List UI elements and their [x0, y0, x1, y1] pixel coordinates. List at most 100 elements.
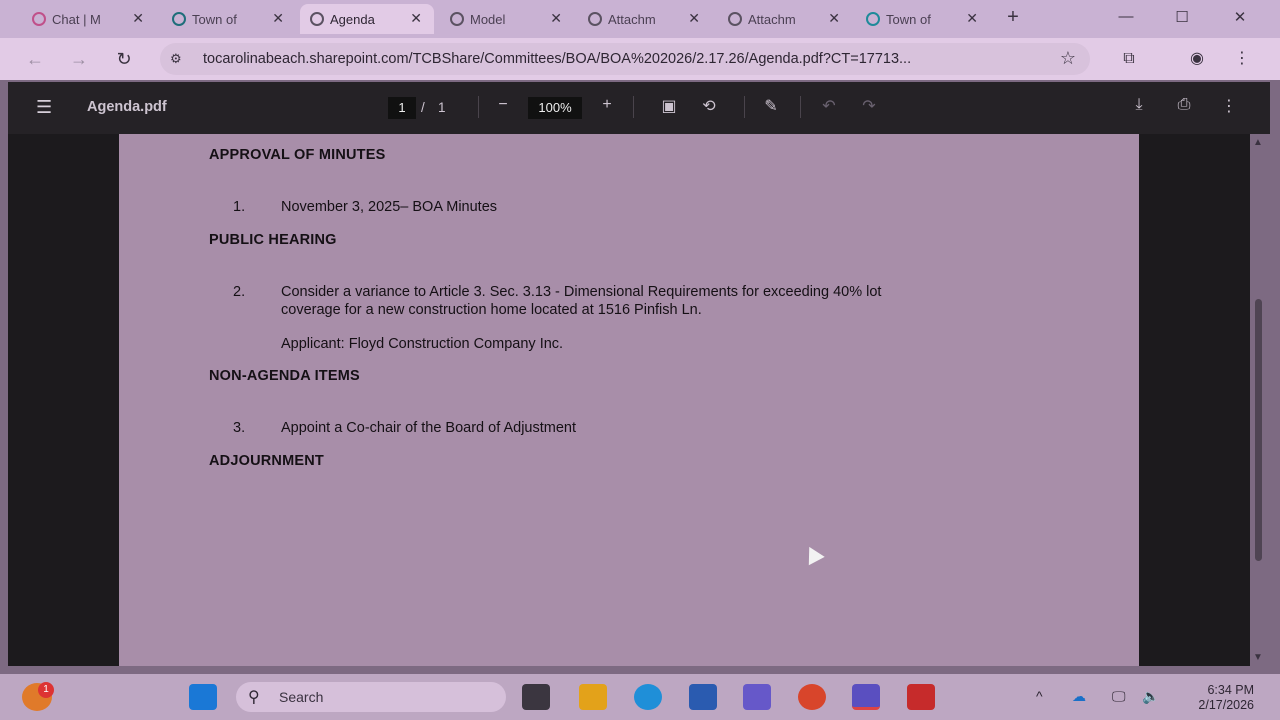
close-icon[interactable]: ✕: [272, 10, 284, 27]
scroll-up-icon[interactable]: ▲: [1253, 137, 1263, 148]
sharepoint-icon: [866, 12, 880, 26]
close-icon[interactable]: ✕: [550, 10, 562, 27]
page-separator: /: [421, 100, 425, 115]
tab-town-of-2[interactable]: Town of ✕: [856, 4, 990, 34]
tab-model[interactable]: Model ✕: [440, 4, 574, 34]
volume-icon[interactable]: 🔈: [1142, 688, 1159, 705]
total-pages: 1: [438, 100, 446, 115]
task-view-icon[interactable]: [522, 684, 550, 710]
onedrive-icon[interactable]: ☁: [1072, 688, 1086, 705]
item-number: 3.: [233, 420, 246, 436]
teams-icon[interactable]: [852, 684, 880, 710]
url-text[interactable]: tocarolinabeach.sharepoint.com/TCBShare/…: [203, 51, 1043, 67]
agenda-item-continued: coverage for a new construction home loc…: [281, 302, 702, 318]
globe-icon: [728, 12, 742, 26]
clock-date: 2/17/2026: [1198, 698, 1254, 712]
site-info-icon[interactable]: ⚙: [170, 51, 186, 67]
close-icon[interactable]: ✕: [828, 10, 840, 27]
tab-title: Agenda: [330, 11, 375, 27]
search-icon: ⚲: [248, 689, 260, 706]
close-window-icon[interactable]: ✕: [1230, 8, 1250, 26]
globe-icon: [450, 12, 464, 26]
print-icon[interactable]: ⎙: [1173, 96, 1195, 114]
browser-tab-strip: Chat | M ✕ Town of ✕ Agenda ✕ Model ✕ At…: [0, 0, 1280, 38]
applicant-line: Applicant: Floyd Construction Company In…: [281, 336, 564, 352]
hamburger-menu-icon[interactable]: ☰: [36, 97, 52, 118]
forward-icon[interactable]: →: [68, 48, 90, 70]
bookmark-star-icon[interactable]: ☆: [1060, 48, 1076, 69]
edge-icon[interactable]: [634, 684, 662, 710]
notification-badge: 1: [38, 682, 54, 698]
tab-title: Town of: [886, 11, 931, 27]
show-hidden-icons[interactable]: ^: [1036, 688, 1043, 704]
tab-attachment-1[interactable]: Attachm ✕: [578, 4, 712, 34]
section-heading: APPROVAL OF MINUTES: [209, 147, 386, 163]
tab-chat[interactable]: Chat | M ✕: [22, 4, 156, 34]
copilot-icon: [32, 12, 46, 26]
agenda-item: Appoint a Co-chair of the Board of Adjus…: [281, 420, 577, 436]
system-clock[interactable]: 6:34 PM 2/17/2026: [1178, 683, 1254, 713]
fit-page-icon[interactable]: ▣: [658, 96, 680, 116]
search-placeholder: Search: [279, 689, 324, 705]
maximize-icon[interactable]: ☐: [1172, 8, 1192, 26]
windows-taskbar: 1 ⚲ Search ^ ☁ 🖵 🔈 6:34 PM 2/17/2026: [0, 674, 1280, 720]
annotate-pen-icon[interactable]: ✎: [760, 96, 782, 116]
network-icon[interactable]: 🖵: [1112, 688, 1126, 705]
close-icon[interactable]: ✕: [966, 10, 978, 27]
scrollbar-thumb[interactable]: [1255, 299, 1262, 561]
back-icon[interactable]: ←: [24, 48, 46, 70]
divider: [478, 96, 479, 118]
more-options-icon[interactable]: ⋮: [1218, 96, 1240, 116]
close-icon[interactable]: ✕: [132, 10, 144, 27]
zoom-input[interactable]: 100%: [528, 97, 582, 119]
zoom-in-icon[interactable]: +: [596, 96, 618, 114]
globe-icon: [588, 12, 602, 26]
read-mode-icon[interactable]: ⧉: [1118, 48, 1140, 70]
item-number: 2.: [233, 284, 246, 300]
store-icon[interactable]: [689, 684, 717, 710]
divider: [633, 96, 634, 118]
tab-title: Attachm: [608, 11, 656, 27]
globe-icon: [310, 12, 324, 26]
windows-start-icon[interactable]: [189, 684, 217, 710]
tab-title: Chat | M: [52, 11, 101, 27]
download-icon[interactable]: ⤓: [1128, 96, 1150, 114]
new-tab-button[interactable]: +: [1002, 6, 1024, 28]
redo-icon[interactable]: ↷: [858, 96, 880, 116]
tab-title: Model: [470, 11, 506, 27]
divider: [800, 96, 801, 118]
vertical-scrollbar[interactable]: ▲ ▼: [1250, 134, 1268, 666]
tab-town-of-1[interactable]: Town of ✕: [162, 4, 296, 34]
browser-toolbar: ← → ↻ ⚙ tocarolinabeach.sharepoint.com/T…: [0, 38, 1280, 80]
chrome-icon[interactable]: [798, 684, 826, 710]
browser-menu-icon[interactable]: ⋮: [1231, 48, 1253, 70]
teams-chat-icon[interactable]: [743, 684, 771, 710]
taskbar-search[interactable]: ⚲ Search: [236, 682, 506, 712]
clock-time: 6:34 PM: [1207, 683, 1254, 697]
undo-icon[interactable]: ↶: [818, 96, 840, 116]
section-heading: PUBLIC HEARING: [209, 232, 337, 248]
page-number-input[interactable]: 1: [388, 97, 416, 119]
scroll-down-icon[interactable]: ▼: [1253, 652, 1263, 663]
tab-title: Attachm: [748, 11, 796, 27]
divider: [744, 96, 745, 118]
pdf-viewport[interactable]: APPROVAL OF MINUTES 1. November 3, 2025–…: [8, 134, 1250, 666]
rotate-icon[interactable]: ⟲: [698, 96, 720, 116]
address-bar[interactable]: ⚙ tocarolinabeach.sharepoint.com/TCBShar…: [160, 43, 1090, 75]
document-title: Agenda.pdf: [87, 99, 167, 115]
reload-icon[interactable]: ↻: [113, 48, 135, 70]
acrobat-icon[interactable]: [907, 684, 935, 710]
tab-title: Town of: [192, 11, 237, 27]
tab-attachment-2[interactable]: Attachm ✕: [718, 4, 852, 34]
profile-icon[interactable]: ◉: [1186, 48, 1208, 70]
pdf-viewer-toolbar: ☰ Agenda.pdf 1 / 1 − 100% + ▣ ⟲ ✎ ↶ ↷ ⤓ …: [8, 82, 1270, 134]
section-heading: ADJOURNMENT: [209, 453, 324, 469]
zoom-out-icon[interactable]: −: [492, 96, 514, 114]
file-explorer-icon[interactable]: [579, 684, 607, 710]
close-icon[interactable]: ✕: [410, 10, 422, 27]
tab-agenda[interactable]: Agenda ✕: [300, 4, 434, 34]
item-number: 1.: [233, 199, 246, 215]
agenda-item: November 3, 2025– BOA Minutes: [281, 199, 498, 215]
close-icon[interactable]: ✕: [688, 10, 700, 27]
minimize-icon[interactable]: —: [1116, 8, 1136, 25]
